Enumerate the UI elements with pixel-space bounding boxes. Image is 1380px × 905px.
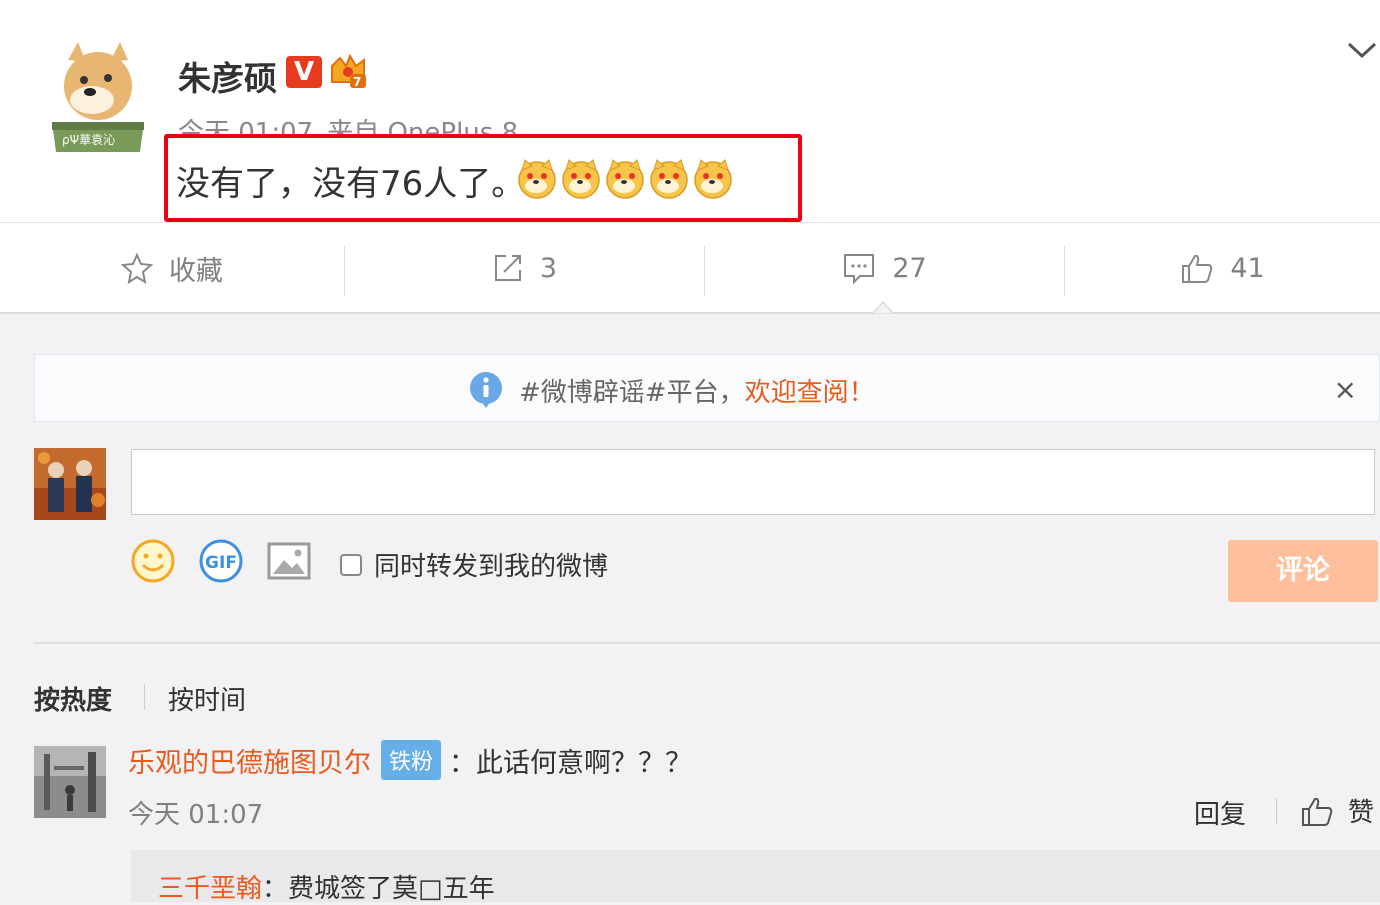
comment-button[interactable]: 27 <box>705 224 1064 312</box>
caret-indicator <box>872 300 894 314</box>
my-avatar[interactable] <box>34 448 106 520</box>
divider <box>34 642 1380 644</box>
comment-count: 27 <box>892 252 927 284</box>
forward-label: 同时转发到我的微博 <box>374 552 609 582</box>
forward-checkbox[interactable] <box>340 553 362 576</box>
doge-emoji <box>562 159 600 199</box>
verified-badge: V <box>286 56 322 88</box>
favorite-label: 收藏 <box>169 255 223 287</box>
divider <box>0 312 1380 314</box>
doge-emoji <box>518 159 556 199</box>
like-button[interactable]: 41 <box>1065 224 1380 312</box>
like-label: 赞 <box>1348 798 1375 828</box>
author-name[interactable]: 朱彦硕 <box>178 52 277 100</box>
chevron-down-icon[interactable] <box>1346 40 1378 60</box>
favorite-button[interactable]: 收藏 <box>0 224 344 312</box>
post-text: 没有了，没有76人了。 <box>176 164 526 204</box>
sub-reply-line: 三千垩翰：费城签了莫□五年 <box>158 868 495 905</box>
comment-icon <box>844 254 875 284</box>
fan-badge[interactable]: 铁粉 <box>381 740 442 780</box>
divider <box>144 684 145 710</box>
comment-input[interactable] <box>131 449 1375 515</box>
action-bar: 收藏 3 27 41 <box>0 224 1380 312</box>
image-icon[interactable] <box>266 538 312 584</box>
member-crown-icon[interactable]: 7 <box>328 54 368 90</box>
notice-topic[interactable]: #微博辟谣#平台， <box>519 372 745 409</box>
submit-comment-button[interactable]: 评论 <box>1228 540 1378 602</box>
doge-emoji <box>650 159 688 199</box>
comment-text: ：此话何意啊？？？ <box>449 747 693 779</box>
comment-time: 今天 01:07 <box>128 800 264 830</box>
close-icon[interactable]: × <box>1334 373 1357 406</box>
notice-banner: #微博辟谣#平台， 欢迎查阅！ × <box>34 354 1380 422</box>
star-icon <box>121 252 153 284</box>
sort-by-time-tab[interactable]: 按时间 <box>168 680 246 717</box>
divider <box>0 222 1380 223</box>
author-avatar[interactable]: ρΨ華袁沁 <box>48 40 148 158</box>
svg-text:GIF: GIF <box>205 553 237 573</box>
post-card: ρΨ華袁沁 朱彦硕 V 7 今天 01:07 来自 OnePlus 8 没有了，没… <box>0 0 1380 312</box>
comment-line: 乐观的巴德施图贝尔 铁粉 ：此话何意啊？？？ <box>128 740 692 780</box>
repost-count: 3 <box>539 252 558 284</box>
emoji-smile-icon[interactable] <box>130 538 176 584</box>
info-icon <box>470 372 502 408</box>
reply-button[interactable]: 回复 <box>1194 794 1246 831</box>
sub-reply-user[interactable]: 三千垩翰 <box>158 874 262 904</box>
doge-emoji <box>606 159 644 199</box>
sort-by-hot-tab[interactable]: 按热度 <box>34 680 112 717</box>
comment-like-button[interactable]: 赞 <box>1300 792 1374 829</box>
repost-icon <box>494 255 521 281</box>
emoji-row <box>516 158 734 200</box>
like-count: 41 <box>1230 252 1265 284</box>
svg-text:7: 7 <box>353 75 361 89</box>
comment-user[interactable]: 乐观的巴德施图贝尔 <box>128 741 371 780</box>
forward-option[interactable]: 同时转发到我的微博 <box>340 546 608 583</box>
notice-content: #微博辟谣#平台， 欢迎查阅！ <box>467 371 875 409</box>
repost-button[interactable]: 3 <box>345 224 704 312</box>
sub-reply-text: ：费城签了莫□五年 <box>262 874 495 904</box>
doge-emoji <box>694 159 732 199</box>
thumbs-up-icon <box>1182 254 1213 283</box>
thumbs-up-icon <box>1302 797 1333 826</box>
svg-text:ρΨ華袁沁: ρΨ華袁沁 <box>62 133 115 147</box>
commenter-avatar[interactable] <box>34 746 106 818</box>
notice-welcome-link[interactable]: 欢迎查阅！ <box>745 372 875 409</box>
gif-icon[interactable]: GIF <box>198 538 244 584</box>
divider <box>1276 798 1277 824</box>
